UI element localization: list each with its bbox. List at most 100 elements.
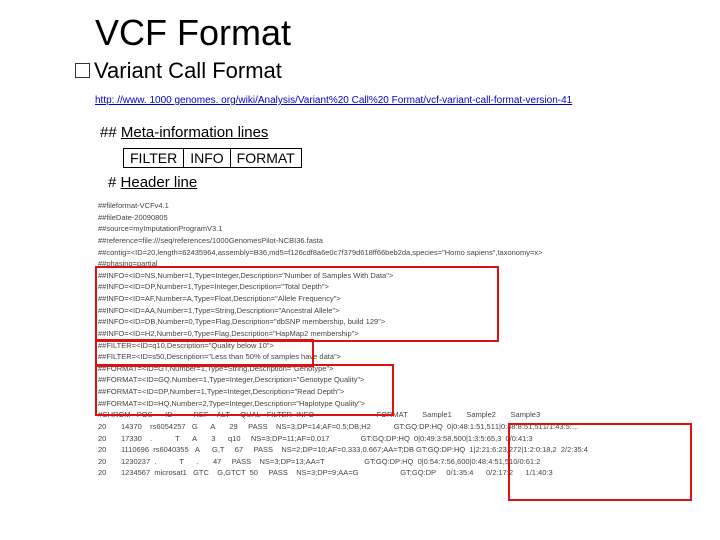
cell: ID [165,409,193,421]
cell: 3 [211,433,228,445]
cell: 0|1:3:5:65,3 [462,433,506,445]
key-terms-row: FILTERINFOFORMAT [123,148,301,168]
cell: 0/0:61:2 [513,456,551,468]
vcf-meta-line: ##INFO=<ID=NS,Number=1,Type=Integer,Desc… [98,270,690,282]
subtitle-text: Variant Call Format [94,58,282,83]
cell: 20 [98,444,121,456]
cell: GTC [193,467,217,479]
key-term: FILTER [123,148,184,168]
cell: 0|0:48:1:51,51 [447,421,495,433]
cell: T [179,456,196,468]
cell: 1230237 [121,456,154,468]
vcf-meta-line: ##fileDate-20090805 [98,212,690,224]
cell: INFO [296,409,376,421]
cell: rs6040355 [153,444,195,456]
vcf-meta-line: ##FILTER=<ID=q10,Description="Quality be… [98,340,690,352]
cell: 0|0:49:3:58,50 [414,433,462,445]
key-term: INFO [183,148,230,168]
cell: 0/1:35:4 [446,467,486,479]
cell: 0|0:48:4:51,51 [465,456,513,468]
header-line-label: Header line [121,174,198,191]
cell: PASS [254,444,282,456]
vcf-data-row: 20 1234567 microsat1 GTC G,GTCT 50 PASS … [98,467,690,479]
cell: 1234567 [121,467,154,479]
cell: A [210,421,229,433]
key-term: FORMAT [230,148,302,168]
cell: 20 [98,467,121,479]
meta-info-label: Meta-information lines [121,124,269,141]
vcf-meta-line: ##INFO=<ID=DB,Number=0,Type=Flag,Descrip… [98,316,690,328]
cell: QUAL [240,409,266,421]
cell: PASS [248,421,276,433]
slide-title: VCF Format [95,12,291,54]
vcf-data-row: 20 17330 . T A 3 q10 NS=3;DP=11;AF=0.017… [98,433,690,445]
cell: microsat1 [154,467,193,479]
cell: . [154,456,179,468]
cell: A [192,433,211,445]
meta-info-heading: ## Meta-information lines [100,124,268,141]
vcf-meta-line: ##FORMAT=<ID=HQ,Number=2,Type=Integer,De… [98,398,690,410]
cell: 1|0:48:8:51,51 [495,421,543,433]
vcf-meta-line: ##INFO=<ID=AF,Number=A,Type=Float,Descri… [98,293,690,305]
cell: 17330 [121,433,150,445]
cell: GT:GQ:DP:HQ [416,444,469,456]
vcf-meta-line: ##fileformat-VCFv4.1 [98,200,690,212]
vcf-meta-line: ##reference=file:///seq/references/1000G… [98,235,690,247]
cell: 2/2:35:4 [561,444,599,456]
vcf-data-row: 20 1110696 rs6040355 A G,T 67 PASS NS=2;… [98,444,690,456]
vcf-meta-line: ##FORMAT=<ID=GQ,Number=1,Type=Integer,De… [98,374,690,386]
cell: 0|0:54:7:56,60 [418,456,466,468]
cell: FORMAT [377,409,423,421]
cell: 20 [98,433,121,445]
cell: G,GTCT [217,467,249,479]
cell: 1|2:21:6:23,27 [469,444,517,456]
header-line-heading: # Header line [108,174,197,191]
vcf-meta-line: ##INFO=<ID=H2,Number=0,Type=Flag,Descrip… [98,328,690,340]
cell: G [192,421,210,433]
cell: POS [137,409,165,421]
cell: 20 [98,456,121,468]
vcf-meta-line: ##FORMAT=<ID=DP,Number=1,Type=Integer,De… [98,386,690,398]
vcf-data-row: 20 1230237 . T . 47 PASS NS=3;DP=13;AA=T… [98,456,690,468]
cell: GT:GQ:DP [400,467,446,479]
cell: rs6054257 [150,421,192,433]
vcf-meta-line: ##INFO=<ID=AA,Number=1,Type=String,Descr… [98,305,690,317]
cell: 67 [235,444,254,456]
cell: 20 [98,421,121,433]
cell: 0/0:41:3 [505,433,543,445]
hash-prefix-single: # [108,174,116,191]
cell: GT:GQ:DP:HQ [364,456,417,468]
vcf-header-row: #CHROM POS ID REF ALT QUAL FILTER INFO F… [98,409,690,421]
cell: 1/1:43:5:.,. [543,421,581,433]
cell: NS=3;DP=13;AA=T [260,456,365,468]
cell: 1/1:40:3 [526,467,564,479]
cell: PASS [232,456,260,468]
cell: ALT [217,409,240,421]
vcf-meta-line: ##source=myImputationProgramV3.1 [98,223,690,235]
cell: G,T [212,444,235,456]
vcf-meta-line: ##FORMAT=<ID=GT,Number=1,Type=String,Des… [98,363,690,375]
vcf-meta-line: ##FILTER=<ID=s50,Description="Less than … [98,351,690,363]
vcf-meta-line: ##INFO=<ID=DP,Number=1,Type=Integer,Desc… [98,281,690,293]
cell: NS=3;DP=14;AF=0.5;DB;H2 [276,421,394,433]
cell: 29 [229,421,248,433]
cell: Sample2 [466,409,510,421]
vcf-file-content: ##fileformat-VCFv4.1##fileDate-20090805#… [98,200,690,479]
cell: PASS [268,467,296,479]
cell: 50 [250,467,269,479]
reference-url[interactable]: http: //www. 1000 genomes. org/wiki/Anal… [95,95,572,106]
cell: . [150,433,175,445]
cell: Sample3 [511,409,553,421]
cell: NS=3;DP=11;AF=0.017 [251,433,361,445]
cell: T [175,433,192,445]
cell: #CHROM [98,409,137,421]
cell: GT:GQ:DP:HQ [361,433,414,445]
cell: 2|1:2:0:18,2 [517,444,561,456]
cell: NS=3;DP=9;AA=G [296,467,400,479]
cell: 14370 [121,421,150,433]
cell: REF [193,409,216,421]
cell: A [195,444,212,456]
cell: Sample1 [422,409,466,421]
vcf-meta-line: ##phasing=partial [98,258,690,270]
cell: GT:GQ:DP:HQ [394,421,447,433]
